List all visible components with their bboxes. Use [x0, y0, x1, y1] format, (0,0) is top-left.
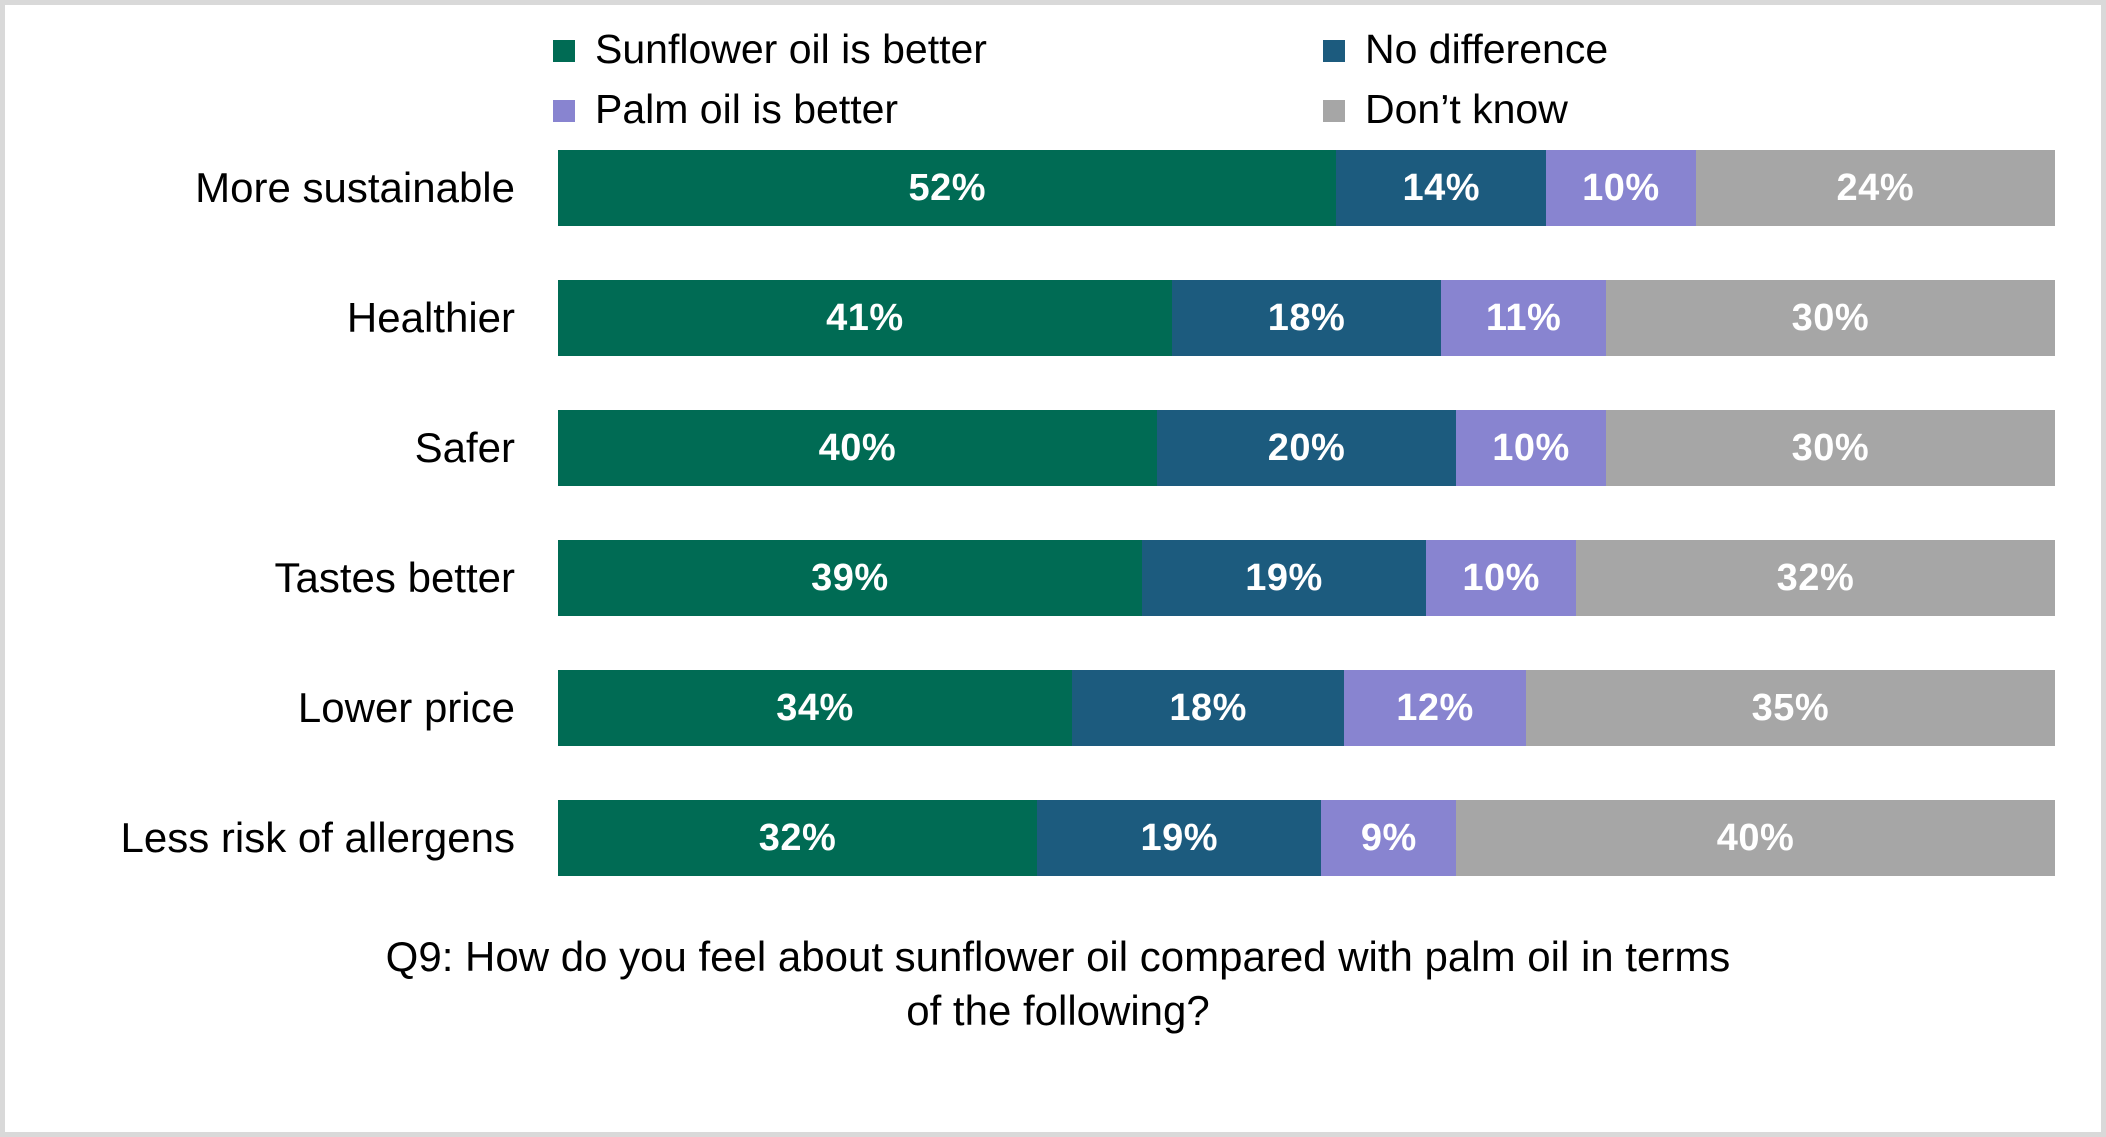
- bar-value-label: 30%: [1791, 296, 1870, 339]
- bar-segment[interactable]: 32%: [558, 800, 1038, 876]
- square-marker-icon: [1323, 40, 1345, 62]
- category-label: More sustainable: [195, 164, 515, 211]
- bar-segment[interactable]: 18%: [1171, 280, 1442, 356]
- category-label: Lower price: [297, 684, 515, 731]
- bar-segment[interactable]: 30%: [1605, 410, 2055, 486]
- bar-track: 34% 18% 12% 35%: [558, 670, 2055, 746]
- bar-value-label: 30%: [1791, 426, 1870, 469]
- legend-item-no-difference[interactable]: No difference: [1323, 25, 1753, 72]
- bar-track: 41% 18% 11% 30%: [558, 280, 2055, 356]
- category-label: Healthier: [346, 294, 515, 341]
- bar-value-label: 9%: [1360, 816, 1417, 859]
- category-label: Tastes better: [274, 554, 515, 601]
- square-marker-icon: [1323, 100, 1345, 122]
- bar-row: Healthier 41% 18% 11% 30%: [5, 280, 2101, 410]
- legend-label: Palm oil is better: [595, 85, 899, 132]
- bar-value-label: 32%: [758, 816, 837, 859]
- square-marker-icon: [553, 40, 575, 62]
- bar-segment[interactable]: 40%: [558, 410, 1157, 486]
- legend-label: No difference: [1365, 25, 1609, 72]
- square-marker-icon: [553, 100, 575, 122]
- bar-value-label: 24%: [1836, 166, 1915, 209]
- bar-segment[interactable]: 18%: [1072, 670, 1345, 746]
- bar-row: More sustainable 52% 14% 10% 24%: [5, 150, 2101, 280]
- bar-segment[interactable]: 35%: [1525, 670, 2055, 746]
- bar-row: Tastes better 39% 19% 10% 32%: [5, 540, 2101, 670]
- chart-legend: Sunflower oil is better No difference Pa…: [553, 19, 1753, 139]
- bar-value-label: 19%: [1140, 816, 1219, 859]
- bar-segment[interactable]: 14%: [1336, 150, 1547, 226]
- legend-item-dont-know[interactable]: Don’t know: [1323, 85, 1753, 132]
- bar-segment[interactable]: 10%: [1426, 540, 1576, 616]
- bar-track: 40% 20% 10% 30%: [558, 410, 2055, 486]
- bar-segment[interactable]: 20%: [1156, 410, 1457, 486]
- bar-segment[interactable]: 30%: [1605, 280, 2055, 356]
- bar-value-label: 32%: [1776, 556, 1855, 599]
- bar-value-label: 40%: [818, 426, 897, 469]
- bar-value-label: 39%: [811, 556, 889, 599]
- bar-segment[interactable]: 19%: [1141, 540, 1427, 616]
- bar-value-label: 12%: [1396, 686, 1474, 729]
- bar-track: 39% 19% 10% 32%: [558, 540, 2055, 616]
- chart-caption: Q9: How do you feel about sunflower oil …: [5, 930, 2101, 1038]
- bar-row: Less risk of allergens 32% 19% 9% 40%: [5, 800, 2101, 930]
- legend-item-palm-oil-is-better[interactable]: Palm oil is better: [553, 85, 1323, 132]
- bar-segment[interactable]: 52%: [558, 150, 1337, 226]
- category-label: Safer: [414, 424, 515, 471]
- bar-value-label: 40%: [1716, 816, 1795, 859]
- bar-row: Safer 40% 20% 10% 30%: [5, 410, 2101, 540]
- bar-segment[interactable]: 41%: [558, 280, 1172, 356]
- bar-value-label: 11%: [1485, 296, 1562, 339]
- category-label: Less risk of allergens: [120, 814, 515, 861]
- bar-value-label: 14%: [1402, 166, 1480, 209]
- caption-line-1: Q9: How do you feel about sunflower oil …: [385, 933, 1731, 980]
- bar-value-label: 41%: [826, 296, 904, 339]
- bar-segment[interactable]: 19%: [1037, 800, 1322, 876]
- bar-value-label: 52%: [908, 166, 986, 209]
- bar-value-label: 35%: [1751, 686, 1830, 729]
- bar-segment[interactable]: 12%: [1344, 670, 1526, 746]
- bar-segment[interactable]: 24%: [1695, 150, 2055, 226]
- bar-track: 32% 19% 9% 40%: [558, 800, 2055, 876]
- bar-segment[interactable]: 32%: [1575, 540, 2055, 616]
- bar-segment[interactable]: 11%: [1441, 280, 1606, 356]
- legend-label: Don’t know: [1365, 85, 1568, 132]
- stacked-bar-chart: Sunflower oil is better No difference Pa…: [0, 0, 2106, 1137]
- bar-value-label: 34%: [776, 686, 854, 729]
- bar-segment[interactable]: 34%: [558, 670, 1073, 746]
- bar-value-label: 19%: [1245, 556, 1323, 599]
- legend-item-sunflower-oil-is-better[interactable]: Sunflower oil is better: [553, 25, 1323, 72]
- bar-value-label: 18%: [1169, 686, 1247, 729]
- bar-segment[interactable]: 9%: [1321, 800, 1457, 876]
- bar-value-label: 10%: [1462, 556, 1540, 599]
- bar-row: Lower price 34% 18% 12% 35%: [5, 670, 2101, 800]
- legend-label: Sunflower oil is better: [595, 25, 987, 72]
- bar-segment[interactable]: 39%: [558, 540, 1142, 616]
- bar-value-label: 18%: [1267, 296, 1346, 339]
- bar-segment[interactable]: 10%: [1546, 150, 1696, 226]
- bar-segment[interactable]: 40%: [1456, 800, 2055, 876]
- caption-line-2: of the following?: [906, 986, 1210, 1034]
- bar-track: 52% 14% 10% 24%: [558, 150, 2055, 226]
- bar-segment[interactable]: 10%: [1456, 410, 1606, 486]
- bar-value-label: 10%: [1492, 426, 1570, 469]
- bar-value-label: 20%: [1267, 426, 1346, 469]
- bar-value-label: 10%: [1582, 166, 1660, 209]
- plot-area: More sustainable 52% 14% 10% 24% Healthier 41%…: [5, 150, 2101, 905]
